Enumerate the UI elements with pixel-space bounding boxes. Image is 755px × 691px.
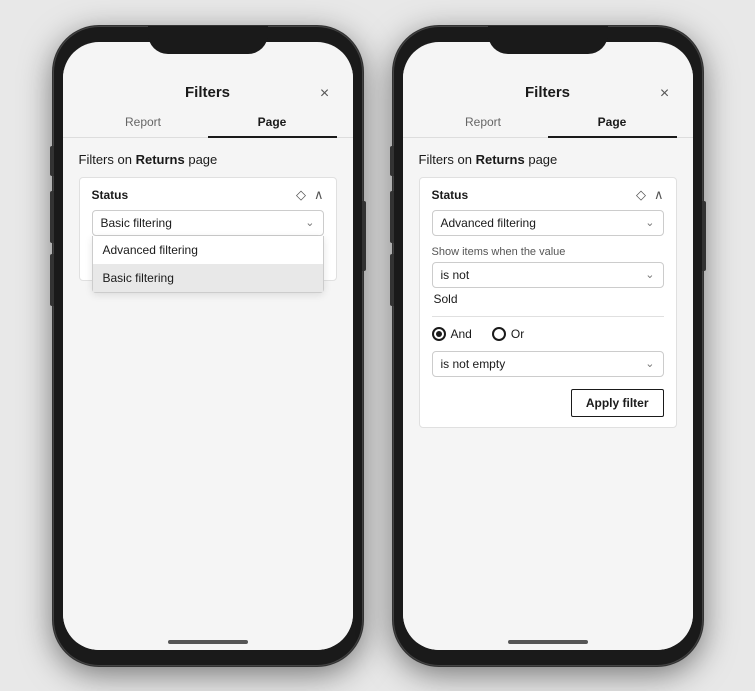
phone-btn-vol-down-right bbox=[390, 254, 394, 306]
show-items-label: Show items when the value bbox=[432, 246, 664, 258]
status-card-right: Status ◇ ∧ Advanced filtering ⌄ Show ite… bbox=[419, 177, 677, 428]
phone-home-indicator-right bbox=[508, 640, 588, 644]
tab-report-left[interactable]: Report bbox=[79, 109, 208, 137]
status-card-title-left: Status bbox=[92, 188, 129, 202]
phone-home-indicator-left bbox=[168, 640, 248, 644]
panel-body-left: Filters on Returns page Status ◇ ∧ bbox=[63, 138, 353, 650]
filter-panel-right: Filters × Report Page Filters on Returns… bbox=[403, 70, 693, 650]
panel-body-right: Filters on Returns page Status ◇ ∧ Advan… bbox=[403, 138, 693, 650]
radio-or-circle bbox=[492, 327, 506, 341]
phone-screen-right: Filters × Report Page Filters on Returns… bbox=[403, 42, 693, 650]
dropdown-menu-left: Advanced filtering Basic filtering bbox=[92, 236, 324, 293]
phone-screen-left: Filters × Report Page Filters on Returns… bbox=[63, 42, 353, 650]
tab-page-right[interactable]: Page bbox=[548, 109, 677, 137]
dropdown-item-basic[interactable]: Basic filtering bbox=[93, 264, 323, 292]
eraser-icon-right[interactable]: ◇ bbox=[636, 188, 646, 201]
condition2-arrow: ⌄ bbox=[645, 357, 654, 370]
status-card-icons-right: ◇ ∧ bbox=[636, 188, 664, 201]
phone-btn-vol-up bbox=[50, 191, 54, 243]
tabs-right: Report Page bbox=[403, 109, 693, 138]
dropdown-arrow-left: ⌄ bbox=[305, 216, 314, 229]
panel-title-left: Filters bbox=[185, 84, 230, 101]
radio-or[interactable]: Or bbox=[492, 327, 524, 341]
condition1-field-value: Sold bbox=[432, 292, 664, 306]
filter-panel-left: Filters × Report Page Filters on Returns… bbox=[63, 70, 353, 650]
phone-btn-power-right bbox=[702, 201, 706, 271]
condition1-arrow: ⌄ bbox=[645, 268, 654, 281]
phone-notch-left bbox=[148, 26, 268, 54]
apply-filter-button[interactable]: Apply filter bbox=[571, 389, 664, 417]
dropdown-right[interactable]: Advanced filtering ⌄ bbox=[432, 210, 664, 236]
close-button-left[interactable]: × bbox=[313, 82, 337, 106]
phone-right: Filters × Report Page Filters on Returns… bbox=[393, 26, 703, 666]
status-card-header-right: Status ◇ ∧ bbox=[432, 188, 664, 202]
condition2-dropdown[interactable]: is not empty ⌄ bbox=[432, 351, 664, 377]
collapse-icon-right[interactable]: ∧ bbox=[654, 188, 664, 201]
dropdown-arrow-right: ⌄ bbox=[645, 216, 654, 229]
status-card-header-left: Status ◇ ∧ bbox=[92, 188, 324, 202]
phone-btn-vol-down bbox=[50, 254, 54, 306]
status-card-title-right: Status bbox=[432, 188, 469, 202]
tabs-left: Report Page bbox=[63, 109, 353, 138]
phone-left: Filters × Report Page Filters on Returns… bbox=[53, 26, 363, 666]
panel-header-right: Filters × bbox=[403, 70, 693, 109]
phone-btn-power bbox=[362, 201, 366, 271]
status-card-icons-left: ◇ ∧ bbox=[296, 188, 324, 201]
radio-row: And Or bbox=[432, 327, 664, 341]
filter-section-label-left: Filters on Returns page bbox=[79, 152, 337, 167]
tab-report-right[interactable]: Report bbox=[419, 109, 548, 137]
radio-and-circle bbox=[432, 327, 446, 341]
dropdown-container-left: Basic filtering ⌄ Advanced filtering Bas… bbox=[92, 210, 324, 236]
divider-line bbox=[432, 316, 664, 317]
phone-btn-mute bbox=[50, 146, 54, 176]
panel-header-left: Filters × bbox=[63, 70, 353, 109]
phone-btn-mute-right bbox=[390, 146, 394, 176]
dropdown-item-advanced[interactable]: Advanced filtering bbox=[93, 236, 323, 264]
tab-page-left[interactable]: Page bbox=[208, 109, 337, 137]
collapse-icon-left[interactable]: ∧ bbox=[314, 188, 324, 201]
close-button-right[interactable]: × bbox=[653, 82, 677, 106]
radio-and[interactable]: And bbox=[432, 327, 472, 341]
phone-btn-vol-up-right bbox=[390, 191, 394, 243]
filter-section-label-right: Filters on Returns page bbox=[419, 152, 677, 167]
dropdown-left[interactable]: Basic filtering ⌄ bbox=[92, 210, 324, 236]
phone-notch-right bbox=[488, 26, 608, 54]
condition1-dropdown[interactable]: is not ⌄ bbox=[432, 262, 664, 288]
panel-title-right: Filters bbox=[525, 84, 570, 101]
status-card-left: Status ◇ ∧ Basic filtering ⌄ Ad bbox=[79, 177, 337, 281]
eraser-icon-left[interactable]: ◇ bbox=[296, 188, 306, 201]
